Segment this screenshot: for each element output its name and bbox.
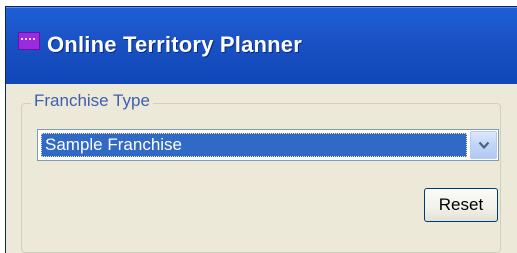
app-icon <box>18 32 40 50</box>
franchise-type-select[interactable]: Sample Franchise <box>37 129 499 161</box>
title-bar[interactable]: Online Territory Planner <box>6 7 517 84</box>
franchise-type-selected-value[interactable]: Sample Franchise <box>41 133 467 157</box>
franchise-type-label: Franchise Type <box>31 91 153 111</box>
window-title: Online Territory Planner <box>47 32 303 57</box>
dropdown-button[interactable] <box>470 131 497 159</box>
franchise-type-group <box>21 103 501 253</box>
reset-button[interactable]: Reset <box>424 188 498 222</box>
chevron-down-icon <box>478 141 489 149</box>
